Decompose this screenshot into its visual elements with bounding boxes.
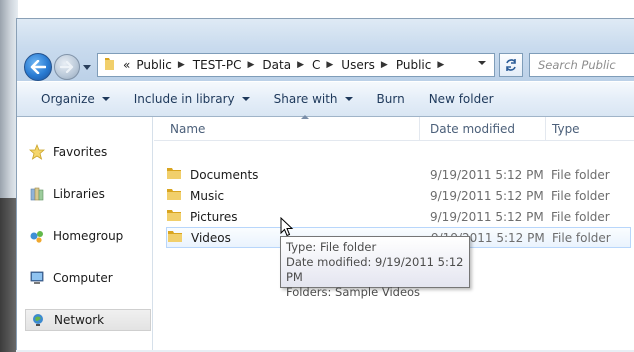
tooltip-type: Type: File folder (286, 240, 377, 254)
breadcrumb-separator-icon[interactable]: ▶ (176, 60, 187, 70)
file-name: Documents (190, 167, 259, 182)
share-with-label: Share with (273, 92, 338, 106)
folder-icon (166, 208, 182, 225)
file-name-cell: Pictures (166, 208, 238, 225)
sidebar-item-network[interactable]: Network (25, 309, 151, 331)
folder-icon (166, 166, 182, 183)
computer-icon (27, 269, 47, 287)
command-bar: Organize Include in library Share with B… (17, 81, 634, 117)
refresh-icon (506, 59, 516, 71)
breadcrumb-separator-icon[interactable]: ▶ (435, 60, 446, 70)
chevron-down-icon (101, 97, 110, 101)
sidebar-item-label: Homegroup (53, 229, 124, 243)
breadcrumb-separator-icon[interactable]: ▶ (245, 60, 256, 70)
new-folder-label: New folder (428, 92, 494, 106)
homegroup-icon (27, 227, 47, 245)
tooltip-date-modified: Date modified: 9/19/2011 5:12 PM (286, 255, 464, 284)
address-dropdown-icon[interactable] (478, 61, 486, 65)
tooltip-folders: Folders: Sample Videos (286, 285, 421, 299)
search-input[interactable] (530, 54, 634, 76)
file-date: 9/19/2011 5:12 PM (430, 188, 544, 203)
column-header-date-modified[interactable]: Date modified (424, 117, 546, 141)
file-name: Music (190, 188, 225, 203)
folder-icon (102, 56, 118, 75)
back-button[interactable] (24, 53, 52, 81)
breadcrumb-item[interactable]: Public ▶ (130, 58, 186, 72)
breadcrumb-item[interactable]: Users ▶ (335, 58, 390, 72)
sort-ascending-icon (301, 115, 309, 119)
navigation-pane: Favorites Libraries Homegroup Computer N… (17, 117, 153, 352)
file-date: 9/19/2011 5:12 PM (430, 209, 544, 224)
file-list: Name Date modified Type Documents 9/19/2… (154, 115, 634, 352)
file-name: Videos (191, 230, 231, 245)
file-name-cell: Videos (167, 229, 231, 246)
chevron-down-icon (83, 64, 91, 70)
file-name-cell: Documents (166, 166, 258, 183)
file-type: File folder (551, 167, 610, 182)
library-icon (27, 185, 47, 203)
sidebar-item-label: Favorites (53, 145, 108, 159)
forward-button[interactable] (54, 54, 80, 80)
organize-button[interactable]: Organize (35, 88, 116, 110)
chevron-down-icon (241, 97, 250, 101)
folder-icon (167, 229, 183, 246)
folder-icon (166, 187, 182, 204)
file-row-music[interactable]: Music 9/19/2011 5:12 PM File folder (166, 185, 631, 206)
burn-label: Burn (376, 92, 405, 106)
file-type: File folder (551, 188, 610, 203)
sidebar-item-label: Network (54, 313, 105, 327)
include-in-library-label: Include in library (133, 92, 235, 106)
organize-label: Organize (41, 92, 95, 106)
address-bar[interactable]: « Public ▶ TEST-PC ▶ Data ▶ C ▶ Users ▶ Publi… (97, 53, 495, 77)
sidebar-item-libraries[interactable]: Libraries (27, 183, 149, 205)
network-icon (28, 311, 48, 329)
star-icon (27, 143, 47, 161)
file-name-cell: Music (166, 187, 224, 204)
recent-pages-button[interactable] (81, 61, 93, 73)
column-header-label: Date modified (430, 122, 516, 136)
search-box[interactable] (529, 53, 634, 77)
breadcrumb-separator-icon[interactable]: ▶ (324, 60, 335, 70)
arrow-right-icon (60, 61, 74, 73)
breadcrumb-item[interactable]: C ▶ (306, 58, 335, 72)
sidebar-item-favorites[interactable]: Favorites (27, 141, 149, 163)
title-bar: « Public ▶ TEST-PC ▶ Data ▶ C ▶ Users ▶ Publi… (17, 19, 634, 81)
file-row-documents[interactable]: Documents 9/19/2011 5:12 PM File folder (166, 164, 631, 185)
file-row-pictures[interactable]: Pictures 9/19/2011 5:12 PM File folder (166, 206, 631, 227)
column-header-row: Name Date modified Type (154, 115, 634, 141)
burn-button[interactable]: Burn (371, 88, 411, 110)
chevron-down-icon (344, 97, 353, 101)
arrow-left-icon (30, 60, 46, 74)
share-with-button[interactable]: Share with (268, 88, 359, 110)
file-type: File folder (551, 209, 610, 224)
breadcrumb-separator-icon[interactable]: ▶ (379, 60, 390, 70)
file-date: 9/19/2011 5:12 PM (430, 167, 544, 182)
breadcrumb-item[interactable]: Data ▶ (256, 58, 306, 72)
include-in-library-button[interactable]: Include in library (128, 88, 256, 110)
breadcrumb-item[interactable]: Public ▶ (390, 58, 446, 72)
column-header-type[interactable]: Type (546, 117, 634, 141)
column-header-name[interactable]: Name (164, 115, 420, 141)
file-type: File folder (552, 230, 611, 245)
breadcrumb-overflow[interactable]: « (123, 58, 130, 72)
breadcrumb-item[interactable]: TEST-PC ▶ (187, 58, 257, 72)
column-header-label: Name (170, 122, 206, 136)
explorer-window: « Public ▶ TEST-PC ▶ Data ▶ C ▶ Users ▶ Publi… (16, 18, 634, 352)
sidebar-item-computer[interactable]: Computer (27, 267, 149, 289)
sidebar-item-homegroup[interactable]: Homegroup (27, 225, 149, 247)
sidebar-item-label: Computer (53, 271, 113, 285)
new-folder-button[interactable]: New folder (423, 88, 500, 110)
breadcrumb-separator-icon[interactable]: ▶ (295, 60, 306, 70)
file-name: Pictures (190, 209, 238, 224)
refresh-button[interactable] (499, 53, 523, 77)
sidebar-item-label: Libraries (53, 187, 105, 201)
column-header-label: Type (552, 122, 580, 136)
tooltip: Type: File folder Date modified: 9/19/20… (280, 236, 470, 299)
